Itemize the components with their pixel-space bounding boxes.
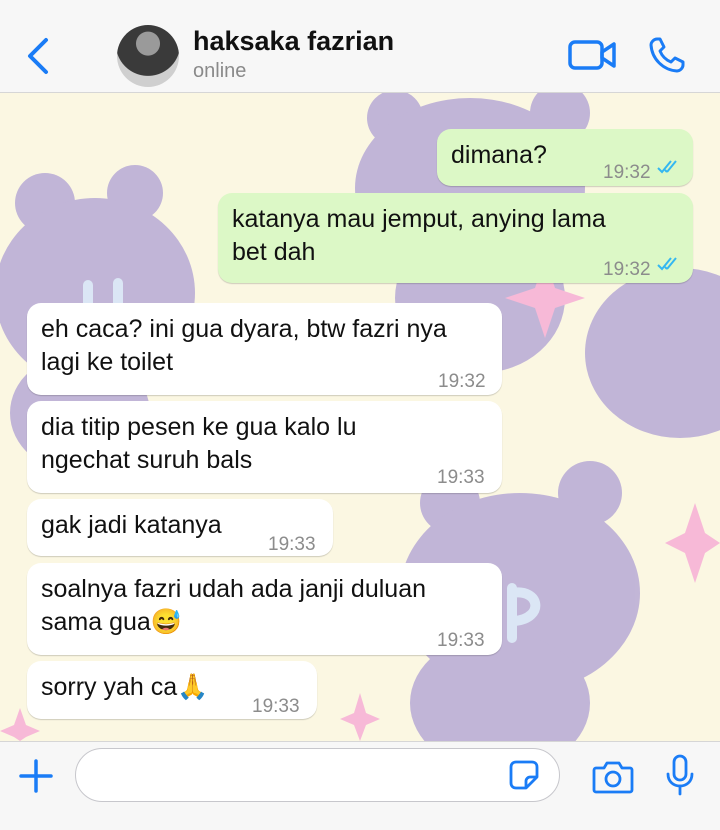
message-text: eh caca? ini gua dyara, btw fazri nya la… [41, 313, 447, 379]
message-line: bet dah [232, 238, 316, 266]
message-line: dia titip pesen ke gua kalo lu [41, 413, 357, 441]
message-time: 19:33 [437, 467, 485, 488]
message-line: ngechat suruh bals [41, 446, 253, 474]
message-text: soalnya fazri udah ada janji duluan sama… [41, 573, 426, 639]
read-ticks-icon [657, 160, 677, 174]
message-text: gak jadi katanya [41, 511, 222, 539]
avatar[interactable] [117, 25, 179, 87]
chat-header: haksaka fazrian online [0, 0, 720, 93]
message-text: sorry yah ca🙏 [41, 673, 209, 701]
message-line: soalnya fazri udah ada janji duluan [41, 575, 426, 603]
video-camera-icon[interactable] [568, 38, 616, 72]
message-time: 19:32 [438, 371, 486, 392]
message-bubble-incoming[interactable]: gak jadi katanya 19:33 [27, 499, 333, 556]
message-line: sama gua😅 [41, 608, 182, 636]
chevron-left-icon[interactable] [24, 36, 54, 76]
message-time: 19:33 [437, 630, 485, 651]
read-ticks-icon [657, 257, 677, 271]
contact-name[interactable]: haksaka fazrian [193, 26, 394, 57]
message-text: katanya mau jemput, anying lama bet dah [232, 203, 606, 269]
message-time: 19:32 [603, 162, 651, 183]
message-bubble-incoming[interactable]: eh caca? ini gua dyara, btw fazri nya la… [27, 303, 502, 395]
camera-icon[interactable] [592, 760, 634, 794]
message-list[interactable]: dimana? 19:32 katanya mau jemput, anying… [0, 93, 720, 741]
message-line: eh caca? ini gua dyara, btw fazri nya [41, 315, 447, 343]
contact-status: online [193, 60, 247, 82]
message-text: dia titip pesen ke gua kalo lu ngechat s… [41, 411, 357, 477]
message-line: katanya mau jemput, anying lama [232, 205, 606, 233]
message-text: dimana? [451, 141, 547, 169]
message-bubble-incoming[interactable]: sorry yah ca🙏 19:33 [27, 661, 317, 719]
message-bubble-incoming[interactable]: soalnya fazri udah ada janji duluan sama… [27, 563, 502, 655]
message-input[interactable] [75, 748, 560, 802]
phone-icon[interactable] [648, 36, 686, 74]
plus-icon[interactable] [18, 758, 54, 794]
message-bubble-outgoing[interactable]: dimana? 19:32 [437, 129, 693, 186]
message-bubble-outgoing[interactable]: katanya mau jemput, anying lama bet dah … [218, 193, 693, 283]
sticker-icon[interactable] [508, 759, 540, 791]
message-time: 19:33 [252, 696, 300, 717]
message-time: 19:32 [603, 259, 651, 280]
message-line: lagi ke toilet [41, 348, 174, 376]
microphone-icon[interactable] [664, 754, 696, 796]
message-time: 19:33 [268, 534, 316, 555]
message-bubble-incoming[interactable]: dia titip pesen ke gua kalo lu ngechat s… [27, 401, 502, 493]
